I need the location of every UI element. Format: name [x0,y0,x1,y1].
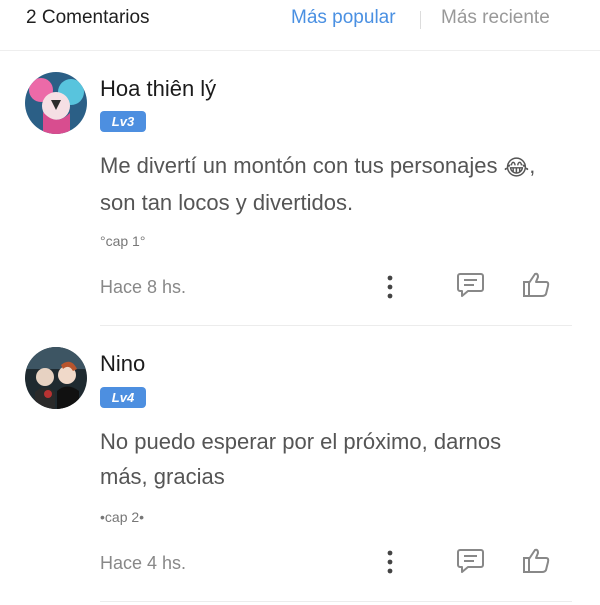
thumbs-up-icon[interactable] [521,546,551,581]
comment-text-line2: más, gracias [100,464,225,489]
comment-icon[interactable] [456,547,485,579]
more-vertical-icon[interactable] [381,549,399,580]
more-vertical-icon[interactable] [381,274,399,305]
chapter-tag: °cap 1° [100,233,146,249]
comments-header: 2 Comentarios Más popular Más reciente [0,0,600,51]
comment-text-line2: son tan locos y divertidos. [100,190,354,215]
level-badge: Lv4 [100,387,146,408]
sort-divider [420,11,421,29]
sort-most-popular-tab[interactable]: Más popular [291,7,396,29]
comment-text-line1: No puedo esperar por el próximo, darnos [100,429,502,454]
comment-divider [100,601,572,602]
chapter-tag: •cap 2• [100,509,145,525]
comment-username[interactable]: Nino [100,351,145,377]
comment-text-line1-end: , [529,153,536,178]
comment-text: Me divertí un montón con tus personajes … [100,148,570,220]
thumbs-up-icon[interactable] [521,270,551,305]
comment-timestamp: Hace 4 hs. [100,553,187,573]
comment-icon[interactable] [456,271,485,303]
sort-most-recent-tab[interactable]: Más reciente [441,7,550,29]
comment-username[interactable]: Hoa thiên lý [100,76,216,102]
comment-count: 2 Comentarios [26,7,150,28]
laughing-emoji-icon: 😂 [503,155,530,180]
avatar[interactable] [25,347,87,409]
level-badge: Lv3 [100,111,146,132]
avatar[interactable] [25,72,87,134]
comment-timestamp: Hace 8 hs. [100,277,187,297]
comment-text-line1: Me divertí un montón con tus personajes [100,153,498,178]
comment-divider [100,325,572,326]
comment-text: No puedo esperar por el próximo, darnos … [100,424,570,494]
